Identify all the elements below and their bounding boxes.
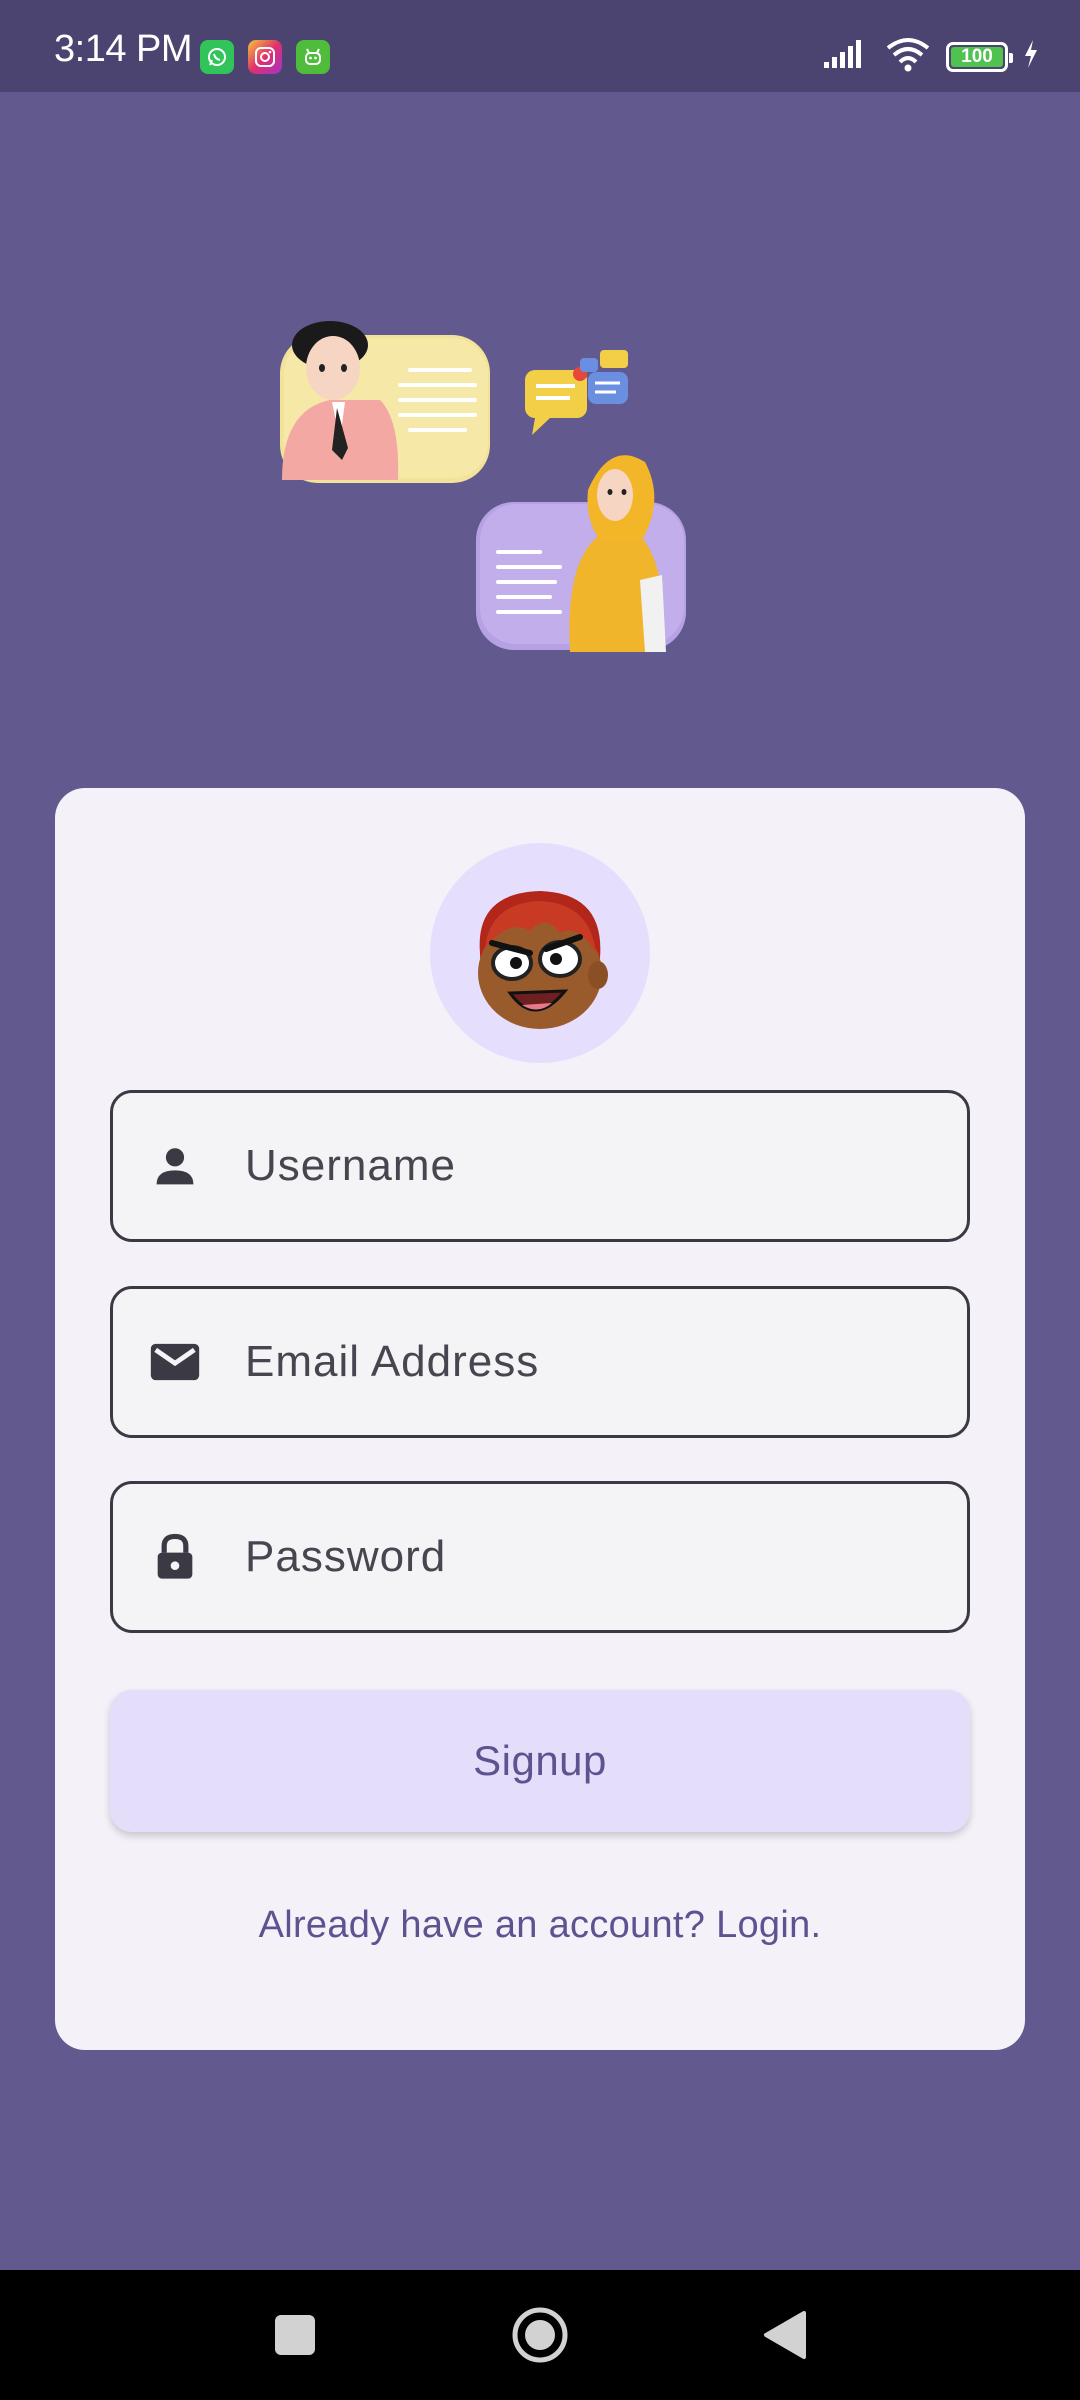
signup-card: Signup Already have an account? Login. (55, 788, 1025, 2050)
system-icons: 100 (822, 36, 1040, 77)
status-bar: 3:14 PM 100 (0, 0, 1080, 92)
password-field[interactable] (110, 1481, 970, 1633)
triangle-back-icon (764, 2311, 806, 2359)
notification-icons (200, 40, 330, 74)
email-field[interactable] (110, 1286, 970, 1438)
whatsapp-icon (200, 40, 234, 74)
battery-icon: 100 (946, 41, 1013, 72)
home-button[interactable] (505, 2300, 575, 2370)
person-icon (145, 1136, 205, 1196)
envelope-icon (145, 1332, 205, 1392)
charging-icon (1022, 38, 1040, 75)
username-input[interactable] (245, 1141, 925, 1191)
bot-icon (296, 40, 330, 74)
password-input[interactable] (245, 1532, 925, 1582)
circle-icon (512, 2307, 568, 2363)
back-button[interactable] (750, 2300, 820, 2370)
recent-apps-button[interactable] (260, 2300, 330, 2370)
lock-icon (145, 1527, 205, 1587)
status-time: 3:14 PM (54, 28, 193, 70)
chat-illustration (270, 290, 710, 660)
cartoon-avatar-icon (478, 891, 608, 1029)
instagram-icon (248, 40, 282, 74)
square-icon (275, 2315, 315, 2355)
signal-icon (822, 38, 870, 75)
avatar[interactable] (430, 843, 650, 1063)
login-link[interactable]: Already have an account? Login. (55, 1904, 1025, 1947)
username-field[interactable] (110, 1090, 970, 1242)
signup-button[interactable]: Signup (110, 1690, 970, 1832)
battery-level: 100 (961, 46, 993, 67)
wifi-icon (884, 36, 932, 77)
email-input[interactable] (245, 1337, 925, 1387)
navigation-bar (0, 2270, 1080, 2400)
